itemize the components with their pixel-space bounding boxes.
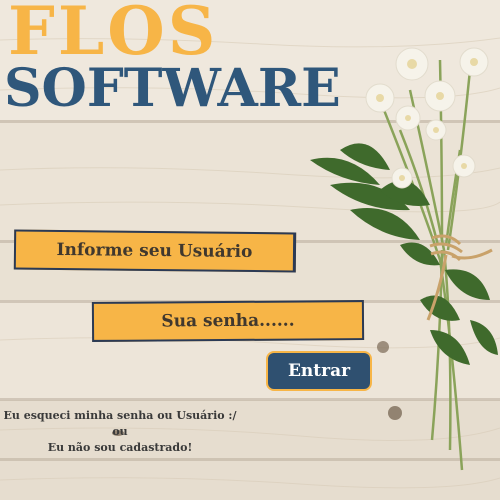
password-field[interactable] (91, 300, 365, 342)
enter-button[interactable]: Entrar (266, 351, 372, 391)
username-input[interactable] (15, 230, 294, 272)
username-field[interactable] (13, 229, 297, 273)
logo-software: SOFTWARE (4, 58, 341, 119)
logo-flos: FLOS (8, 0, 219, 70)
help-links: Eu esqueci minha senha ou Usuário :/ ou … (0, 408, 240, 456)
or-separator: ou (112, 425, 128, 438)
password-input[interactable] (93, 301, 363, 341)
forgot-password-link[interactable]: Eu esqueci minha senha ou Usuário :/ (0, 408, 240, 424)
register-link[interactable]: Eu não sou cadastrado! (0, 440, 240, 456)
